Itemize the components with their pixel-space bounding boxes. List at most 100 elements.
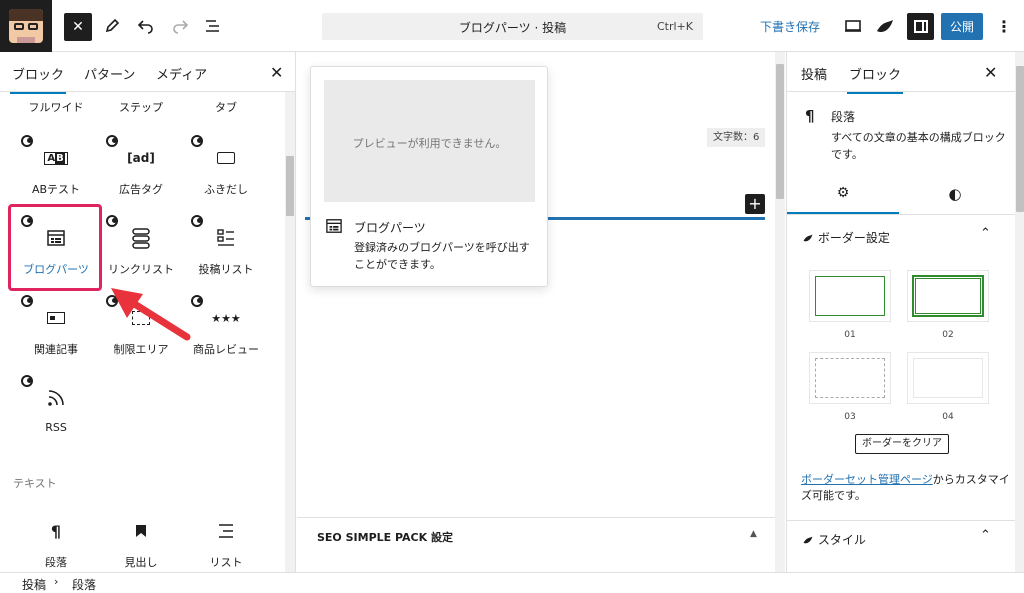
- block-label: RSS: [45, 421, 67, 434]
- block-item-fullwide[interactable]: フルワイド: [13, 99, 99, 115]
- publish-button[interactable]: 公開: [941, 13, 983, 40]
- ad-tag-icon: [ad]: [127, 151, 155, 165]
- border-section-title: ボーダー設定: [817, 231, 890, 245]
- breadcrumb-item-paragraph[interactable]: 段落: [72, 576, 96, 593]
- settings-tab-gear[interactable]: ⚙: [787, 176, 899, 214]
- block-item-related-posts[interactable]: 関連記事: [13, 306, 99, 357]
- preview-button[interactable]: [842, 15, 864, 37]
- chevron-up-icon[interactable]: ⌃: [980, 528, 991, 543]
- collapse-up-icon[interactable]: ▲: [750, 529, 757, 539]
- pointer-arrow-annotation: [111, 288, 191, 341]
- site-icon-avatar[interactable]: [0, 0, 52, 52]
- border-option-03[interactable]: 03: [809, 352, 891, 422]
- block-item-product-review[interactable]: ★★★ 商品レビュー: [183, 306, 269, 357]
- tab-post[interactable]: 投稿: [801, 64, 827, 83]
- block-label: ステップ: [119, 101, 163, 114]
- close-inserter-icon[interactable]: ✕: [270, 63, 283, 82]
- block-label: タブ: [215, 101, 237, 114]
- tools-button[interactable]: [101, 15, 123, 37]
- swell-settings-button[interactable]: [874, 15, 896, 37]
- preview-block-description: 登録済みのブログパーツを呼び出すことができます。: [354, 241, 530, 271]
- options-button[interactable]: ⋮: [994, 15, 1014, 37]
- close-icon: ✕: [72, 19, 84, 35]
- document-overview-button[interactable]: [202, 15, 224, 37]
- preview-block-title: ブログパーツ: [354, 221, 426, 235]
- scrollbar-thumb[interactable]: [776, 64, 784, 199]
- char-count-badge: 文字数：6: [707, 128, 766, 147]
- tab-blocks[interactable]: ブロック: [9, 64, 67, 94]
- paragraph-icon: ¶: [805, 107, 815, 125]
- undo-icon: [137, 20, 153, 34]
- settings-sidebar: 投稿 ブロック ✕ ¶ 段落 すべての文章の基本の構成ブロックです。 ⚙ ◐ ボ…: [786, 52, 1024, 572]
- redo-button[interactable]: [169, 15, 191, 37]
- settings-sidebar-toggle[interactable]: [907, 13, 934, 40]
- block-item-step[interactable]: ステップ: [98, 99, 184, 115]
- border-option-01[interactable]: 01: [809, 270, 891, 340]
- tab-media[interactable]: メディア: [156, 64, 207, 83]
- scrollbar-thumb[interactable]: [1016, 66, 1024, 212]
- style-section-header[interactable]: スタイル: [802, 531, 866, 548]
- block-item-link-list[interactable]: リンクリスト: [98, 226, 184, 277]
- divider: [787, 520, 1015, 521]
- block-label: 投稿リスト: [198, 263, 254, 276]
- editor-toolbar: ✕ ブログパーツ · 投稿 Ctrl+K 下書き保存 公開 ⋮: [0, 0, 1024, 52]
- seo-panel-title[interactable]: SEO SIMPLE PACK 設定: [317, 529, 453, 545]
- divider: [297, 517, 775, 518]
- close-inserter-button[interactable]: ✕: [64, 13, 92, 41]
- block-item-ad-tag[interactable]: [ad] 広告タグ: [98, 146, 184, 197]
- block-preview-popover: プレビューが利用できません。 ブログパーツ 登録済みのブログパーツを呼び出すこと…: [310, 66, 548, 287]
- command-palette-bar[interactable]: ブログパーツ · 投稿 Ctrl+K: [322, 13, 703, 40]
- chevron-right-icon: ›: [54, 575, 59, 588]
- block-item-heading[interactable]: 見出し: [98, 519, 184, 570]
- redo-icon: [173, 20, 189, 34]
- plus-icon: +: [748, 194, 762, 213]
- block-label: 制限エリア: [113, 343, 169, 356]
- block-item-balloon[interactable]: ふきだし: [183, 146, 269, 197]
- settings-tabs: 投稿 ブロック ✕: [787, 52, 1024, 94]
- block-item-blog-parts[interactable]: ブログパーツ: [13, 226, 99, 277]
- block-item-paragraph[interactable]: ¶ 段落: [13, 519, 99, 570]
- block-item-abtest[interactable]: AB ABテスト: [13, 146, 99, 197]
- border-option-label: 03: [844, 412, 856, 422]
- block-item-rss[interactable]: RSS: [13, 386, 99, 434]
- breadcrumb-item-post[interactable]: 投稿: [22, 576, 46, 593]
- border-option-04[interactable]: 04: [907, 352, 989, 422]
- block-label: 段落: [45, 556, 67, 569]
- save-draft-button[interactable]: 下書き保存: [760, 14, 820, 38]
- border-manage-note: ボーダーセット管理ページからカスタマイズ可能です。: [801, 472, 1011, 504]
- inserter-scrollbar[interactable]: [285, 92, 295, 572]
- settings-scrollbar[interactable]: [1015, 52, 1024, 572]
- border-manage-link[interactable]: ボーダーセット管理ページ: [801, 473, 933, 486]
- border-section-header[interactable]: ボーダー設定: [802, 229, 890, 246]
- canvas-scrollbar[interactable]: [775, 52, 785, 572]
- scrollbar-thumb[interactable]: [286, 156, 294, 216]
- avatar-face-icon: [9, 9, 43, 43]
- speech-balloon-icon: [183, 146, 269, 170]
- block-card-description: すべての文章の基本の構成ブロックです。: [831, 131, 1006, 161]
- border-option-label: 01: [844, 330, 856, 340]
- tab-block[interactable]: ブロック: [846, 64, 904, 94]
- undo-button[interactable]: [135, 15, 157, 37]
- block-item-list[interactable]: リスト: [183, 519, 269, 570]
- border-option-label: 02: [942, 330, 954, 340]
- block-label: リンクリスト: [108, 263, 174, 276]
- related-posts-icon: [13, 306, 99, 330]
- close-settings-icon[interactable]: ✕: [984, 63, 997, 82]
- tab-patterns[interactable]: パターン: [84, 64, 135, 83]
- category-heading-text: テキスト: [13, 477, 57, 490]
- border-option-02[interactable]: 02: [907, 270, 989, 340]
- link-list-icon: [98, 226, 184, 250]
- add-block-button[interactable]: +: [745, 194, 765, 214]
- sidebar-icon: [913, 20, 928, 33]
- bookmark-icon: [98, 519, 184, 543]
- rss-icon: [13, 386, 99, 410]
- styles-tab-contrast[interactable]: ◐: [899, 176, 1011, 214]
- command-title: ブログパーツ · 投稿: [458, 21, 567, 35]
- swell-leaf-icon: [803, 536, 813, 544]
- list-icon: [183, 519, 269, 543]
- block-item-tab[interactable]: タブ: [183, 99, 269, 115]
- chevron-up-icon[interactable]: ⌃: [980, 226, 991, 241]
- block-item-post-list[interactable]: 投稿リスト: [183, 226, 269, 277]
- inserter-tabs: ブロック パターン メディア ✕: [0, 52, 295, 94]
- clear-border-button[interactable]: ボーダーをクリア: [855, 434, 949, 454]
